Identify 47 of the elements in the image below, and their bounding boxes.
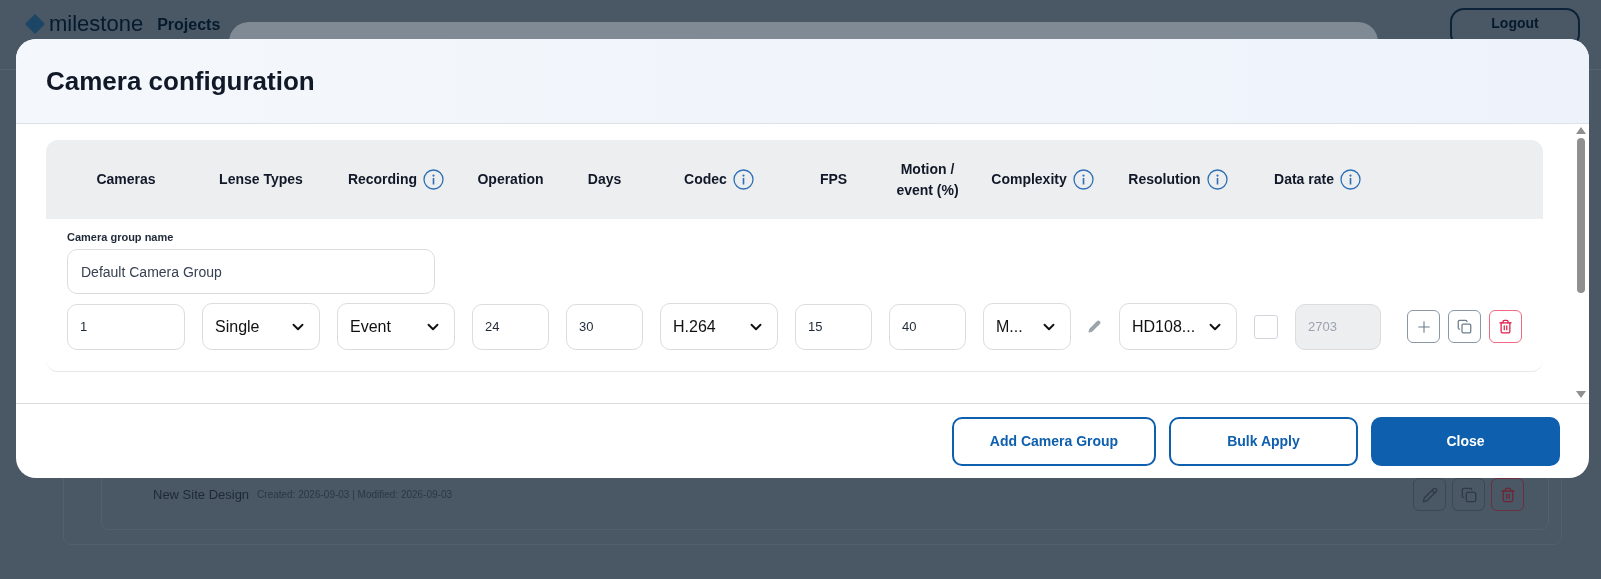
dropdown[interactable]: Event xyxy=(337,303,455,350)
dropdown[interactable]: H.264 xyxy=(660,303,778,350)
dropdown[interactable]: M... xyxy=(983,303,1071,350)
delete-button[interactable] xyxy=(1489,310,1522,343)
pencil-icon[interactable] xyxy=(1088,320,1101,333)
primary-button[interactable]: Close xyxy=(1371,416,1560,466)
diamond-logo-icon xyxy=(25,14,45,34)
column-header: Days xyxy=(587,170,622,189)
number-field[interactable]: 15 xyxy=(795,303,872,350)
group-name-field[interactable]: Default Camera Group xyxy=(67,249,435,294)
copy-icon xyxy=(1460,486,1477,503)
column-header: Motion / event (%) xyxy=(895,159,960,200)
column-header: Complexity xyxy=(991,170,1067,189)
column-header: Data rate xyxy=(1274,170,1334,189)
number-field[interactable]: 1 xyxy=(67,303,185,350)
column-header: FPS xyxy=(819,170,848,189)
scrollbar-thumb[interactable] xyxy=(1577,138,1585,293)
column-header: Recording xyxy=(347,170,418,189)
number-field[interactable]: 24 xyxy=(472,303,549,350)
column-header: Codec xyxy=(684,170,727,189)
column-header: Operation xyxy=(477,170,544,189)
field-label: Camera group name xyxy=(67,231,175,243)
info-icon[interactable] xyxy=(1072,169,1094,190)
outline-button[interactable]: Add Camera Group xyxy=(952,416,1156,466)
scroll-down-arrow-icon[interactable] xyxy=(1576,391,1586,398)
dropdown[interactable]: HD108... xyxy=(1119,303,1237,350)
add-button[interactable] xyxy=(1407,310,1440,343)
checkbox[interactable] xyxy=(1254,314,1278,339)
outline-button[interactable]: Bulk Apply xyxy=(1169,416,1358,466)
column-header: Resolution xyxy=(1128,170,1201,189)
dialog-title: Camera configuration xyxy=(46,65,315,97)
trash-icon xyxy=(1498,319,1513,334)
info-icon[interactable] xyxy=(1339,169,1361,190)
column-header: Lense Types xyxy=(219,170,303,189)
duplicate-button[interactable] xyxy=(1448,310,1481,343)
number-field[interactable]: 30 xyxy=(566,303,643,350)
number-field[interactable]: 40 xyxy=(889,303,966,350)
info-icon[interactable] xyxy=(1206,169,1228,190)
trash-icon xyxy=(1499,486,1516,503)
dropdown[interactable]: Single xyxy=(202,303,320,350)
copy-icon xyxy=(1457,319,1472,334)
scroll-up-arrow-icon[interactable] xyxy=(1576,127,1586,134)
info-icon[interactable] xyxy=(732,169,754,190)
logo-text: milestone xyxy=(49,12,144,36)
info-icon[interactable] xyxy=(423,169,445,190)
pencil-icon xyxy=(1421,486,1438,503)
column-header: Cameras xyxy=(96,170,156,189)
